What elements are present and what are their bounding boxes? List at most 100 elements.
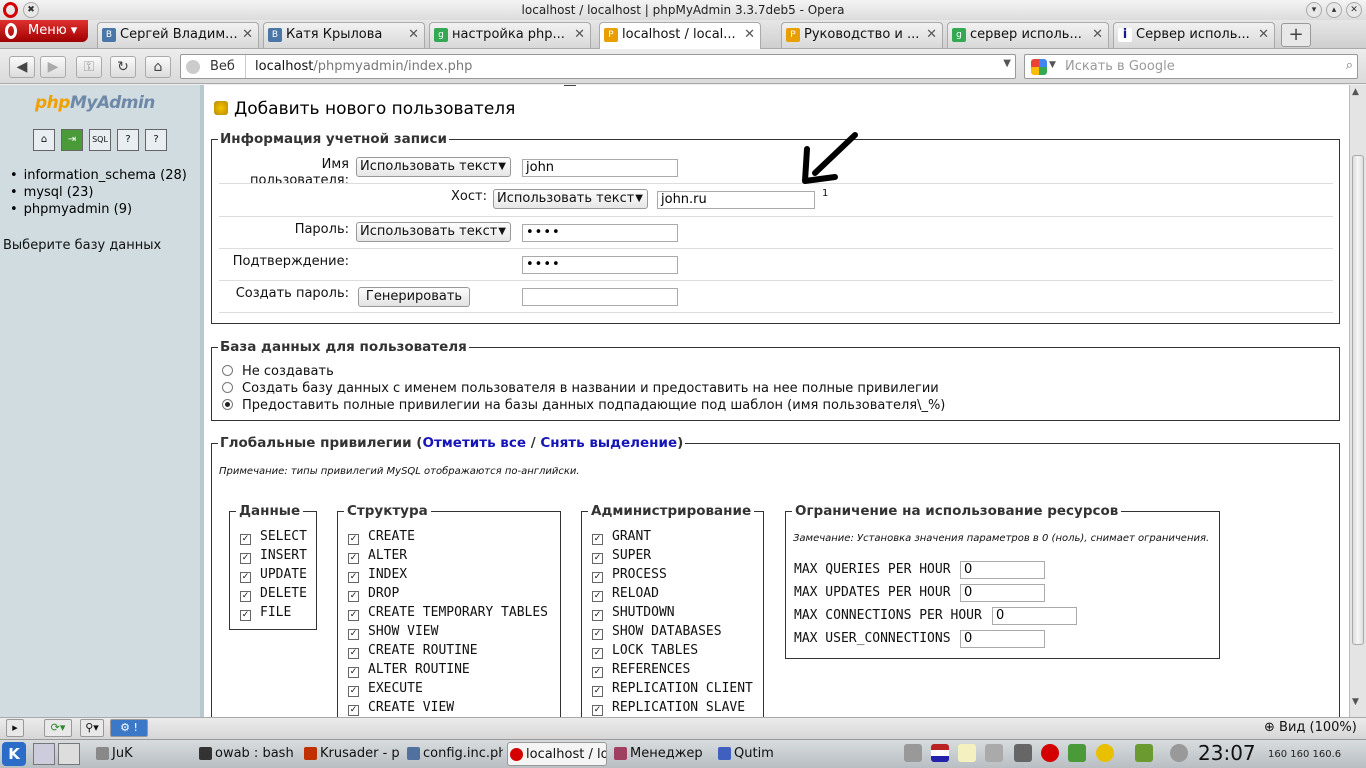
checkbox[interactable]: ✓ bbox=[240, 553, 251, 564]
checkbox[interactable]: ✓ bbox=[592, 705, 603, 716]
radio-button[interactable] bbox=[222, 399, 233, 410]
task-config[interactable]: config.inc.ph bbox=[405, 742, 503, 766]
phpmyadmin-logo[interactable]: phpMyAdmin bbox=[35, 93, 155, 113]
privilege-checkbox[interactable]: ✓ REPLICATION CLIENT bbox=[592, 679, 753, 698]
tab-close-icon[interactable]: ✕ bbox=[926, 23, 937, 47]
network-tray-icon[interactable] bbox=[1014, 744, 1032, 762]
minimize-icon[interactable]: ▾ bbox=[1306, 2, 1322, 18]
sql-icon[interactable]: SQL bbox=[89, 129, 111, 151]
tab-close-icon[interactable]: ✕ bbox=[408, 23, 419, 47]
password-type-select[interactable]: Использовать текст ▼ bbox=[356, 222, 511, 242]
checkbox[interactable]: ✓ bbox=[592, 629, 603, 640]
checkbox[interactable]: ✓ bbox=[592, 553, 603, 564]
database-item[interactable]: mysql (23) bbox=[10, 184, 187, 201]
checkbox[interactable]: ✓ bbox=[348, 572, 359, 583]
checkbox[interactable]: ✓ bbox=[592, 610, 603, 621]
max-queries-input[interactable]: 0 bbox=[960, 561, 1045, 579]
privilege-checkbox[interactable]: ✓ ALTER ROUTINE bbox=[348, 660, 470, 679]
checkbox[interactable]: ✓ bbox=[348, 534, 359, 545]
privilege-checkbox[interactable]: ✓ RELOAD bbox=[592, 584, 659, 603]
radio-button[interactable] bbox=[222, 382, 233, 393]
tray-arrow-icon[interactable] bbox=[904, 744, 922, 762]
volume-icon[interactable] bbox=[985, 744, 1003, 762]
checkbox[interactable]: ✓ bbox=[240, 610, 251, 621]
privilege-checkbox[interactable]: ✓ SELECT bbox=[240, 527, 307, 546]
checkbox[interactable]: ✓ bbox=[348, 629, 359, 640]
privilege-checkbox[interactable]: ✓ LOCK TABLES bbox=[592, 641, 698, 660]
search-icon[interactable]: ⌕ bbox=[1346, 58, 1353, 73]
scroll-up-icon[interactable]: ▲ bbox=[1352, 87, 1359, 97]
privilege-checkbox[interactable]: ✓ SUPER bbox=[592, 546, 651, 565]
task-krusader[interactable]: Krusader - p bbox=[302, 742, 400, 766]
clock[interactable]: 23:07 bbox=[1198, 740, 1256, 766]
chevron-down-icon[interactable]: ▼ bbox=[1003, 58, 1011, 69]
privilege-checkbox[interactable]: ✓ CREATE VIEW bbox=[348, 698, 454, 717]
exit-icon[interactable]: ⇥ bbox=[61, 129, 83, 151]
tab-close-icon[interactable]: ✕ bbox=[1258, 23, 1269, 47]
tab-1[interactable]: B Катя Крылова ✕ bbox=[263, 22, 425, 48]
tab-close-icon[interactable]: ✕ bbox=[574, 23, 585, 47]
tab-5[interactable]: g сервер исполь... ✕ bbox=[947, 22, 1109, 48]
checkbox[interactable]: ✓ bbox=[592, 534, 603, 545]
task-opera[interactable]: localhost / lo bbox=[507, 742, 607, 766]
kde-menu-icon[interactable]: K bbox=[2, 742, 26, 766]
privilege-checkbox[interactable]: ✓ REPLICATION SLAVE bbox=[592, 698, 745, 717]
confirm-password-input[interactable]: •••• bbox=[522, 256, 678, 274]
new-tab-button[interactable]: + bbox=[1281, 23, 1311, 47]
clipboard-icon[interactable] bbox=[958, 744, 976, 762]
uncheck-all-link[interactable]: Снять выделение bbox=[540, 435, 677, 451]
privilege-checkbox[interactable]: ✓ CREATE bbox=[348, 527, 415, 546]
checkbox[interactable]: ✓ bbox=[348, 705, 359, 716]
smiley-icon[interactable] bbox=[1096, 744, 1114, 762]
maximize-icon[interactable]: ▴ bbox=[1326, 2, 1342, 18]
vertical-scrollbar[interactable]: ▲ ▼ bbox=[1349, 85, 1366, 717]
tab-2[interactable]: g настройка php... ✕ bbox=[429, 22, 591, 48]
checkbox[interactable]: ✓ bbox=[240, 591, 251, 602]
privilege-checkbox[interactable]: ✓ DROP bbox=[348, 584, 399, 603]
max-connections-input[interactable]: 0 bbox=[992, 607, 1077, 625]
radio-button[interactable] bbox=[222, 365, 233, 376]
tab-close-icon[interactable]: ✕ bbox=[1092, 23, 1103, 47]
privilege-checkbox[interactable]: ✓ SHOW DATABASES bbox=[592, 622, 722, 641]
info-tray-icon[interactable] bbox=[1170, 744, 1188, 762]
host-input[interactable]: john.ru bbox=[657, 191, 815, 209]
privilege-checkbox[interactable]: ✓ REFERENCES bbox=[592, 660, 690, 679]
keyboard-layout-icon[interactable] bbox=[931, 744, 949, 762]
privilege-checkbox[interactable]: ✓ UPDATE bbox=[240, 565, 307, 584]
radio-wildcard-privileges[interactable]: Предоставить полные привилегии на базы д… bbox=[222, 397, 945, 414]
check-all-link[interactable]: Отметить все bbox=[422, 435, 526, 451]
address-field[interactable]: Веб localhost/phpmyadmin/index.php ▼ bbox=[180, 54, 1016, 79]
task-bash[interactable]: owab : bash bbox=[197, 742, 297, 766]
checkbox[interactable]: ✓ bbox=[348, 553, 359, 564]
help-icon[interactable]: ? bbox=[117, 129, 139, 151]
unite-icon[interactable]: ⚙ ! bbox=[110, 719, 148, 737]
password-input[interactable]: •••• bbox=[522, 224, 678, 242]
checkbox[interactable]: ✓ bbox=[348, 591, 359, 602]
back-button[interactable]: ◀ bbox=[9, 56, 35, 78]
battery-icon[interactable] bbox=[1135, 744, 1153, 762]
task-manager[interactable]: Менеджер bbox=[612, 742, 710, 766]
privilege-checkbox[interactable]: ✓ CREATE TEMPORARY TABLES bbox=[348, 603, 548, 622]
host-type-select[interactable]: Использовать текст ▼ bbox=[493, 189, 648, 209]
max-updates-input[interactable]: 0 bbox=[960, 584, 1045, 602]
task-juk[interactable]: JuK bbox=[94, 742, 192, 766]
opera-menu-button[interactable]: Меню ▾ bbox=[0, 20, 88, 42]
privilege-checkbox[interactable]: ✓ INSERT bbox=[240, 546, 307, 565]
radio-no-database[interactable]: Не создавать bbox=[222, 363, 334, 380]
scroll-down-icon[interactable]: ▼ bbox=[1352, 697, 1359, 707]
tab-close-icon[interactable]: ✕ bbox=[744, 23, 755, 47]
privilege-checkbox[interactable]: ✓ INDEX bbox=[348, 565, 407, 584]
privilege-checkbox[interactable]: ✓ CREATE ROUTINE bbox=[348, 641, 478, 660]
tab-4[interactable]: P Руководство и ... ✕ bbox=[781, 22, 943, 48]
desktop-pager-icon[interactable] bbox=[58, 743, 80, 765]
checkbox[interactable]: ✓ bbox=[348, 667, 359, 678]
checkbox[interactable]: ✓ bbox=[592, 667, 603, 678]
qutim-tray-icon[interactable] bbox=[1068, 744, 1086, 762]
checkbox[interactable]: ✓ bbox=[592, 572, 603, 583]
username-type-select[interactable]: Использовать текст ▼ bbox=[356, 157, 511, 177]
radio-create-database[interactable]: Создать базу данных с именем пользовател… bbox=[222, 380, 939, 397]
reload-button[interactable]: ↻ bbox=[110, 56, 136, 78]
desktop-pager-icon[interactable] bbox=[33, 743, 55, 765]
checkbox[interactable]: ✓ bbox=[592, 648, 603, 659]
generate-password-button[interactable]: Генерировать bbox=[358, 287, 470, 307]
